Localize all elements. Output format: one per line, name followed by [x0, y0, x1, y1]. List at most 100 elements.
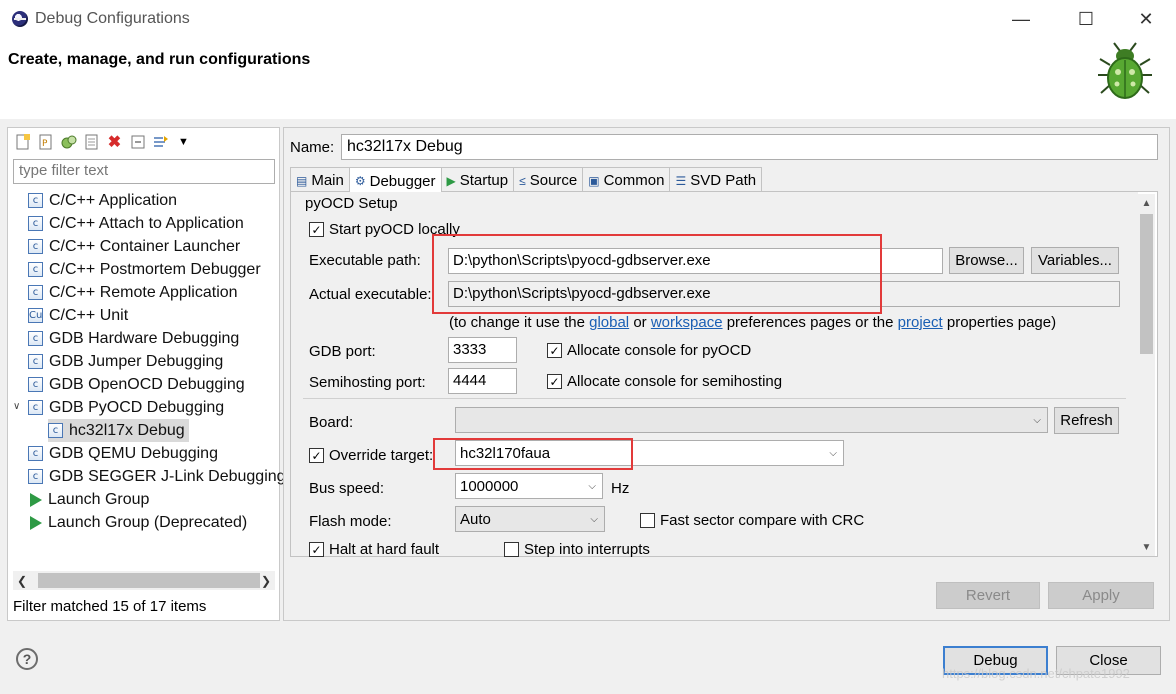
revert-button[interactable]: Revert — [936, 582, 1040, 609]
tree-horizontal-scrollbar[interactable]: ❮ ❯ — [13, 571, 275, 590]
preferences-hint: (to change it use the global or workspac… — [449, 314, 1056, 331]
tab-debugger[interactable]: ⚙ Debugger — [348, 167, 442, 192]
apply-button[interactable]: Apply — [1048, 582, 1154, 609]
flash-mode-label: Flash mode: — [309, 513, 392, 530]
tree-item-type[interactable]: c C/C++ Postmortem Debugger — [28, 258, 261, 281]
debugger-settings: pyOCD Setup ✓ Start pyOCD locally Executa… — [291, 192, 1138, 558]
window-title: Debug Configurations — [35, 10, 190, 27]
new-config-icon[interactable] — [12, 131, 33, 153]
bus-speed-select[interactable]: 1000000 ⌵ — [455, 473, 603, 499]
tree-item-label: C/C++ Unit — [49, 306, 129, 324]
common-tab-icon: ▣ — [588, 173, 600, 188]
filter-icon[interactable] — [150, 131, 171, 153]
expand-chevron-icon[interactable]: ∨ — [13, 401, 20, 412]
tree-item-label: GDB SEGGER J-Link Debugging — [49, 467, 286, 485]
gdb-port-input[interactable]: 3333 — [448, 337, 517, 363]
chevron-down-icon: ⌵ — [588, 480, 596, 492]
tree-item-label: C/C++ Postmortem Debugger — [49, 260, 261, 278]
tree-item-type[interactable]: c C/C++ Container Launcher — [28, 235, 240, 258]
tab-label: SVD Path — [690, 172, 757, 189]
halt-hard-fault-checkbox[interactable]: ✓ Halt at hard fault — [309, 541, 439, 558]
tab-startup[interactable]: ▶ Startup — [440, 167, 515, 191]
chevron-down-icon: ⌵ — [1033, 414, 1041, 426]
hz-label: Hz — [611, 480, 630, 497]
scroll-thumb[interactable] — [38, 573, 260, 588]
override-target-checkbox[interactable]: ✓ Override target: — [309, 447, 433, 464]
filter-input[interactable]: type filter text — [13, 159, 275, 184]
duplicate-icon[interactable] — [58, 131, 79, 153]
alloc-semihost-checkbox[interactable]: ✓ Allocate console for semihosting — [547, 373, 782, 390]
checkbox-label: Halt at hard fault — [329, 541, 440, 558]
tree-item-type[interactable]: c GDB QEMU Debugging — [28, 442, 218, 465]
tree-item-type[interactable]: c C/C++ Application — [28, 189, 177, 212]
tab-svd-path[interactable]: ☰ SVD Path — [669, 167, 763, 191]
tree-item-type[interactable]: Launch Group — [28, 488, 149, 511]
scroll-left-icon[interactable]: ❮ — [13, 571, 31, 590]
export-icon[interactable] — [81, 131, 102, 153]
checkbox-box[interactable]: ✓ — [309, 448, 324, 463]
settings-vertical-scrollbar[interactable]: ▲ ▼ — [1138, 194, 1155, 556]
config-name-input[interactable]: hc32l17x Debug — [341, 134, 1158, 160]
tab-main[interactable]: ▤ Main — [290, 167, 350, 191]
checkbox-box[interactable]: ✓ — [547, 374, 562, 389]
collapse-all-icon[interactable] — [127, 131, 148, 153]
fast-sector-checkbox[interactable]: Fast sector compare with CRC — [640, 512, 864, 529]
tree-item-label: C/C++ Attach to Application — [49, 214, 244, 232]
workspace-link[interactable]: workspace — [651, 314, 723, 331]
refresh-button[interactable]: Refresh — [1054, 407, 1119, 434]
svg-text:P: P — [42, 139, 48, 149]
checkbox-box[interactable]: ✓ — [309, 222, 324, 237]
scroll-right-icon[interactable]: ❯ — [257, 571, 275, 590]
c-config-icon: c — [28, 377, 43, 392]
tree-item-type[interactable]: c C/C++ Attach to Application — [28, 212, 244, 235]
tree-item-type[interactable]: Cu C/C++ Unit — [28, 304, 128, 327]
bus-speed-label: Bus speed: — [309, 480, 385, 497]
tree-item-config[interactable]: c hc32l17x Debug — [48, 419, 189, 442]
launch-group-icon — [30, 515, 42, 530]
tree-item-type[interactable]: c GDB SEGGER J-Link Debugging — [28, 465, 286, 488]
c-config-icon: c — [28, 239, 43, 254]
maximize-icon[interactable]: ☐ — [1071, 6, 1101, 32]
delete-icon[interactable]: ✖ — [104, 131, 125, 153]
tab-common[interactable]: ▣ Common — [582, 167, 671, 191]
flash-mode-select[interactable]: Auto ⌵ — [455, 506, 605, 532]
global-link[interactable]: global — [589, 314, 629, 331]
close-icon[interactable]: ✕ — [1131, 6, 1161, 32]
view-menu-icon[interactable]: ▼ — [173, 131, 194, 153]
c-config-icon: c — [28, 331, 43, 346]
c-config-icon: c — [28, 469, 43, 484]
project-link[interactable]: project — [898, 314, 943, 331]
alloc-console-checkbox[interactable]: ✓ Allocate console for pyOCD — [547, 342, 751, 359]
exec-path-label: Executable path: — [309, 252, 421, 269]
tree-item-label: GDB PyOCD Debugging — [49, 398, 225, 416]
tree-item-type[interactable]: c GDB Jumper Debugging — [28, 350, 223, 373]
eclipse-app-icon — [12, 11, 28, 27]
tree-item-type[interactable]: Launch Group (Deprecated) — [28, 511, 247, 534]
c-config-icon: c — [28, 216, 43, 231]
step-interrupts-checkbox[interactable]: Step into interrupts — [504, 541, 650, 558]
tab-source[interactable]: ≤ Source — [513, 167, 584, 191]
variables-button[interactable]: Variables... — [1031, 247, 1119, 274]
help-icon[interactable]: ? — [16, 648, 38, 670]
config-list-panel: P ✖ ▼ type filter text c C/C++ Applicatio… — [7, 127, 286, 621]
minimize-icon[interactable]: — — [1006, 6, 1036, 32]
new-prototype-icon[interactable]: P — [35, 131, 56, 153]
board-select[interactable]: ⌵ — [455, 407, 1048, 433]
annotation-box — [432, 234, 882, 314]
checkbox-box[interactable]: ✓ — [309, 542, 324, 557]
tree-item-type[interactable]: c GDB Hardware Debugging — [28, 327, 239, 350]
browse-button[interactable]: Browse... — [949, 247, 1024, 274]
semihost-port-input[interactable]: 4444 — [448, 368, 517, 394]
checkbox-box[interactable] — [504, 542, 519, 557]
scroll-thumb[interactable] — [1140, 214, 1153, 354]
scroll-down-icon[interactable]: ▼ — [1138, 538, 1155, 556]
tab-label: Main — [311, 172, 344, 189]
checkbox-box[interactable] — [640, 513, 655, 528]
c-config-icon: c — [28, 354, 43, 369]
tree-item-type[interactable]: c GDB PyOCD Debugging — [28, 396, 224, 419]
source-tab-icon: ≤ — [519, 173, 526, 188]
tree-item-type[interactable]: c C/C++ Remote Application — [28, 281, 238, 304]
checkbox-box[interactable]: ✓ — [547, 343, 562, 358]
scroll-up-icon[interactable]: ▲ — [1138, 194, 1155, 212]
tree-item-type[interactable]: c GDB OpenOCD Debugging — [28, 373, 245, 396]
